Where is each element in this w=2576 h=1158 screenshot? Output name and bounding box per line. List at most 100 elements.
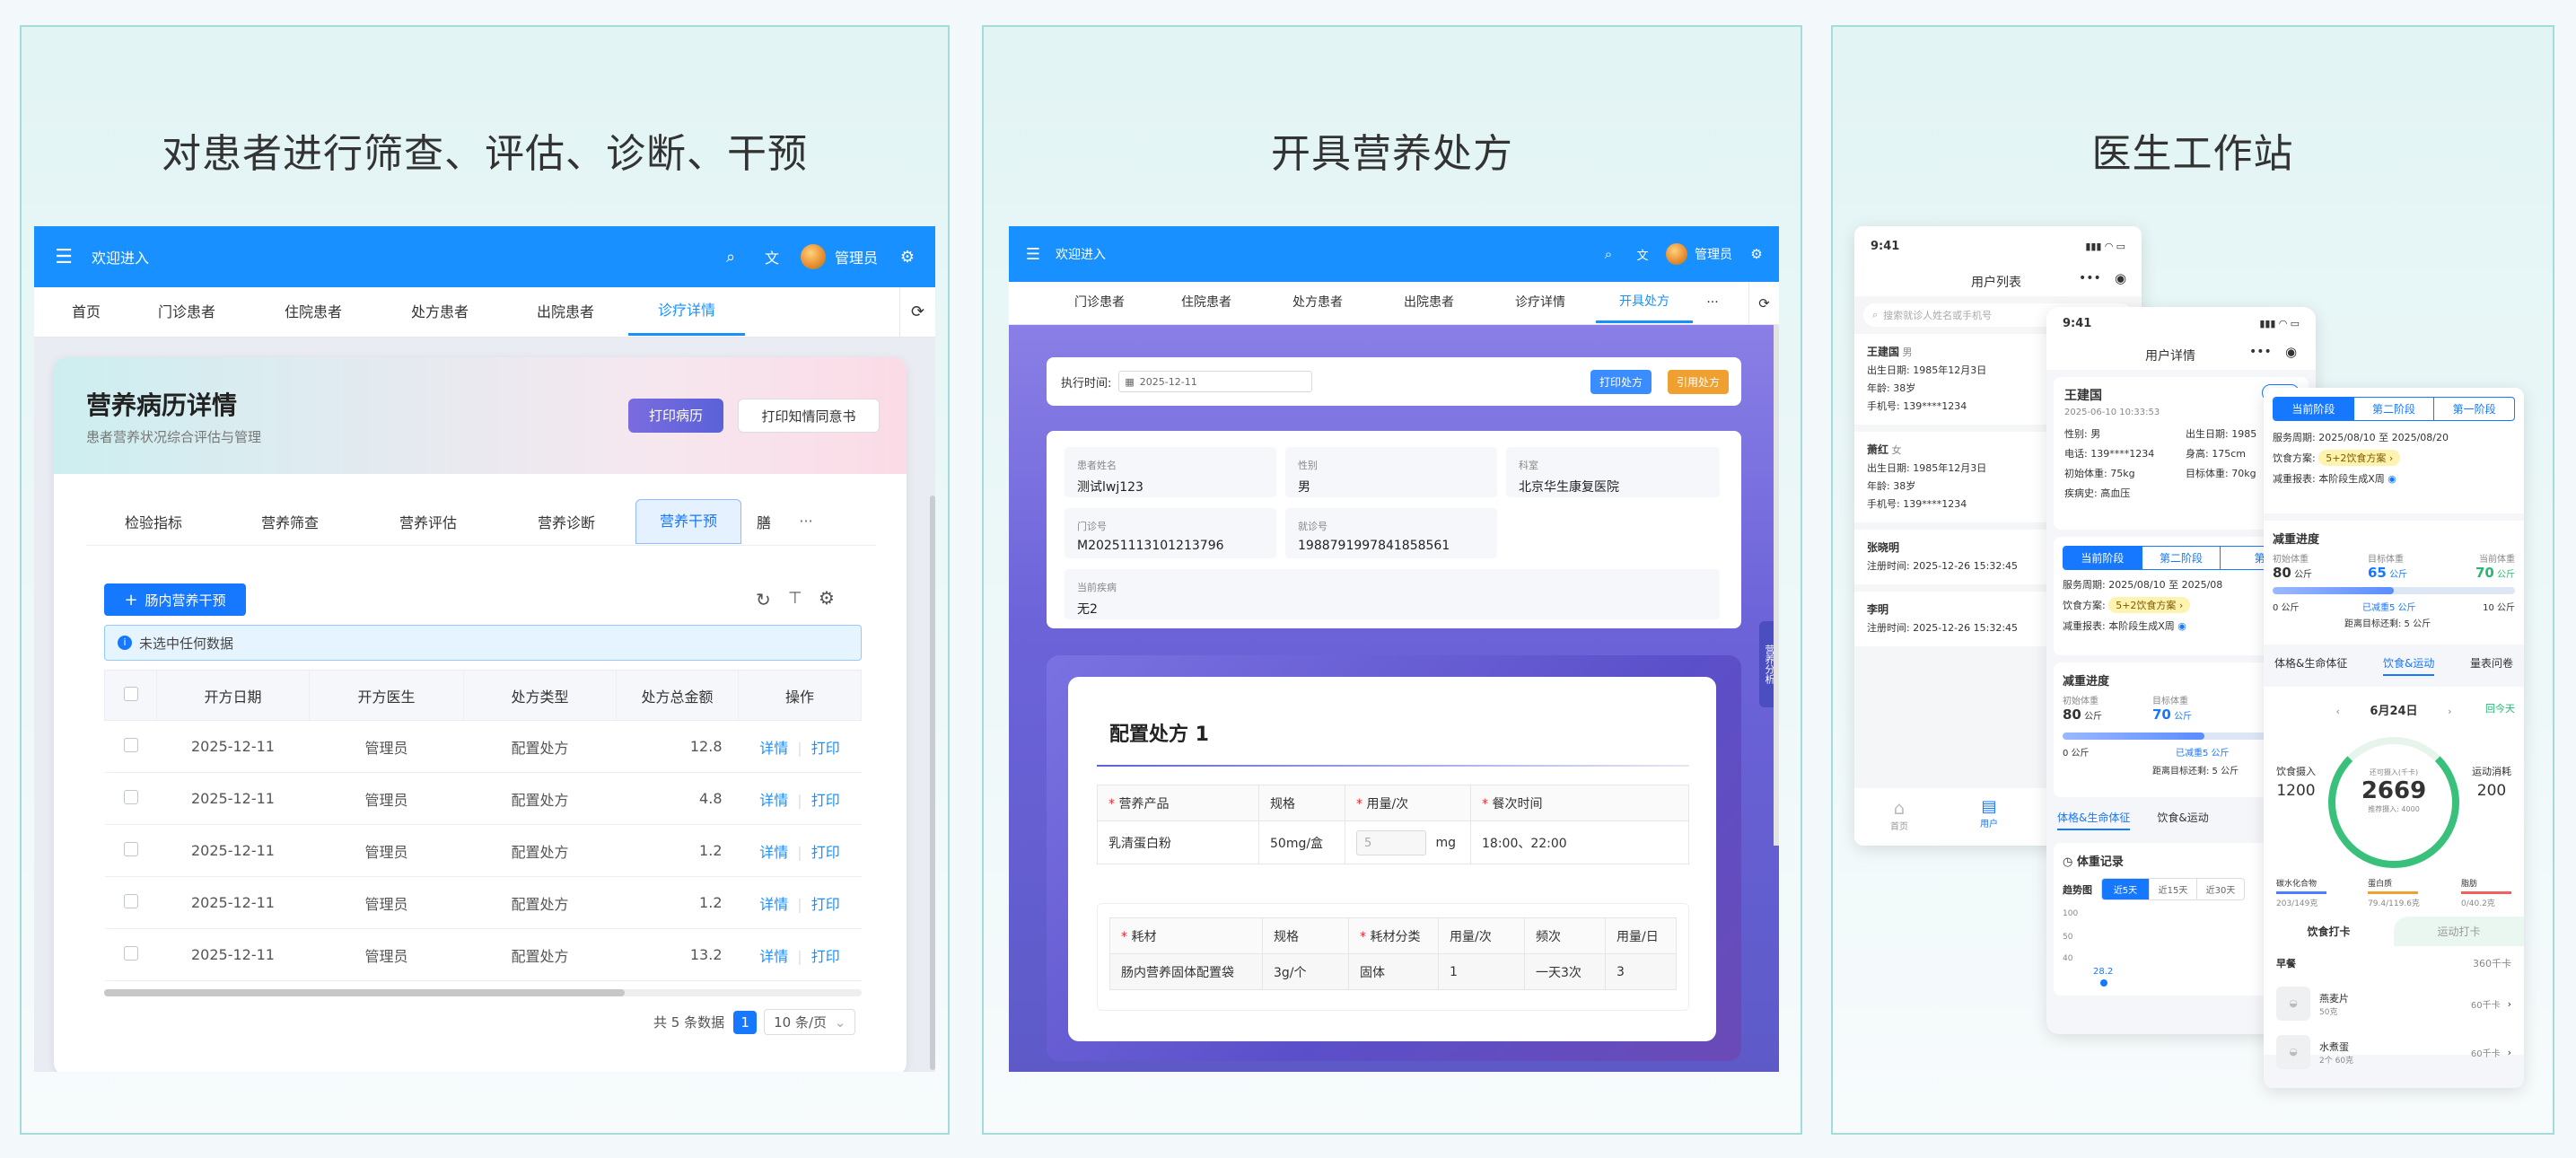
table-row[interactable]: 2025-12-11 管理员 配置处方 13.2 详情 | 打印 xyxy=(104,928,862,981)
tab-vitals[interactable]: 体格&生命体征 xyxy=(2057,810,2131,830)
page-size-select[interactable]: 10 条/页 ⌄ xyxy=(764,1009,856,1035)
row-checkbox[interactable] xyxy=(123,737,138,752)
row-checkbox[interactable] xyxy=(123,893,138,908)
stage-first[interactable]: 第一阶段 xyxy=(2434,398,2514,420)
back-today-button[interactable]: 回今天 xyxy=(2485,701,2515,715)
settings-icon[interactable]: ⚙ xyxy=(898,248,917,267)
subtab-diagnosis[interactable]: 营养诊断 xyxy=(497,511,635,532)
reload-icon[interactable]: ↻ xyxy=(756,589,771,610)
stage-second[interactable]: 第二阶段 xyxy=(2354,398,2435,420)
tab-outpatient[interactable]: 门诊患者 xyxy=(124,288,250,336)
search-icon[interactable]: ⌕ xyxy=(1599,246,1617,262)
add-enteral-button[interactable]: + 肠内营养干预 xyxy=(104,583,246,616)
target-icon[interactable]: ◉ xyxy=(2115,270,2126,286)
page-scrollbar[interactable] xyxy=(930,496,935,1070)
more-menu-icon[interactable]: ••• xyxy=(2249,345,2272,359)
tab-outpatient[interactable]: 门诊患者 xyxy=(1048,283,1151,323)
diet-plan-pill[interactable]: 5+2饮食方案 › xyxy=(2318,450,2401,466)
tab-discharged[interactable]: 出院患者 xyxy=(1373,283,1485,323)
tab-treatment-detail[interactable]: 诊疗详情 xyxy=(1485,283,1596,323)
scrollbar-thumb[interactable] xyxy=(104,989,625,996)
tab-discharged[interactable]: 出院患者 xyxy=(503,288,628,336)
table-row[interactable]: 2025-12-11 管理员 配置处方 4.8 详情 | 打印 xyxy=(104,772,862,825)
column-height-icon[interactable]: ⊤ xyxy=(788,589,802,608)
tab-prescription-patients[interactable]: 处方患者 xyxy=(377,288,503,336)
print-link[interactable]: 打印 xyxy=(811,948,840,965)
diet-plan-pill[interactable]: 5+2饮食方案 › xyxy=(2108,597,2191,613)
tab-questionnaire[interactable]: 量表问卷 xyxy=(2470,655,2513,676)
exec-date-input[interactable]: ▦ 2025-12-11 xyxy=(1118,371,1313,392)
row-checkbox[interactable] xyxy=(123,841,138,856)
print-link[interactable]: 打印 xyxy=(811,740,840,757)
print-link[interactable]: 打印 xyxy=(811,896,840,913)
menu-icon[interactable]: ☰ xyxy=(1023,245,1043,264)
subtab-screening[interactable]: 营养筛查 xyxy=(221,511,359,532)
tab-prescription-patients[interactable]: 处方患者 xyxy=(1262,283,1373,323)
detail-link[interactable]: 详情 xyxy=(759,948,788,965)
table-settings-icon[interactable]: ⚙ xyxy=(819,587,835,609)
body-scrollbar[interactable] xyxy=(1774,325,1779,846)
tab-diet-exercise[interactable]: 饮食&运动 xyxy=(2157,810,2208,830)
tab-diet-exercise[interactable]: 饮食&运动 xyxy=(2382,655,2435,676)
subtab-lab[interactable]: 检验指标 xyxy=(86,511,221,532)
stage-second[interactable]: 第二阶段 xyxy=(2142,547,2221,569)
subtab-assessment[interactable]: 营养评估 xyxy=(359,511,497,532)
translate-icon[interactable]: 文 xyxy=(761,246,783,268)
dose-input[interactable]: 5 xyxy=(1356,829,1426,855)
detail-link[interactable]: 详情 xyxy=(759,740,788,757)
range-5d[interactable]: 近5天 xyxy=(2102,879,2150,899)
detail-link[interactable]: 详情 xyxy=(759,792,788,809)
tab-inpatient[interactable]: 住院患者 xyxy=(1151,283,1262,323)
avatar[interactable] xyxy=(800,244,826,269)
user-name[interactable]: 管理员 xyxy=(1695,245,1732,263)
row-checkbox[interactable] xyxy=(123,945,138,961)
subtab-diet[interactable]: 膳 xyxy=(741,511,786,532)
tab-issue-prescription[interactable]: 开具处方 xyxy=(1596,283,1693,323)
range-selector[interactable]: 近5天 近15天 近30天 xyxy=(2101,878,2245,900)
quote-prescription-button[interactable]: 引用处方 xyxy=(1667,369,1729,394)
print-prescription-button[interactable]: 打印处方 xyxy=(1590,369,1652,394)
table-row[interactable]: 2025-12-11 管理员 配置处方 12.8 详情 | 打印 xyxy=(104,720,862,773)
refresh-icon[interactable]: ⟳ xyxy=(1748,281,1779,325)
more-tabs-button[interactable]: ··· xyxy=(786,513,826,530)
table-row[interactable]: 2025-12-11 管理员 配置处方 1.2 详情 | 打印 xyxy=(104,876,862,929)
horizontal-scrollbar[interactable] xyxy=(104,989,862,996)
print-consent-button[interactable]: 打印知情同意书 xyxy=(738,399,880,433)
detail-link[interactable]: 详情 xyxy=(759,896,788,913)
subtab-intervention[interactable]: 营养干预 xyxy=(635,498,741,544)
print-link[interactable]: 打印 xyxy=(811,792,840,809)
nav-home[interactable]: ⌂ 首页 xyxy=(1854,788,1944,846)
tab-inpatient[interactable]: 住院患者 xyxy=(250,288,377,336)
stage-selector[interactable]: 当前阶段 第二阶段 第一阶段 xyxy=(2273,397,2515,421)
row-checkbox[interactable] xyxy=(123,789,138,804)
menu-icon[interactable]: ☰ xyxy=(52,246,75,268)
detail-link[interactable]: 详情 xyxy=(759,844,788,861)
avatar[interactable] xyxy=(1666,243,1687,265)
range-30d[interactable]: 近30天 xyxy=(2197,879,2244,899)
tab-vitals[interactable]: 体格&生命体征 xyxy=(2274,655,2347,676)
table-row[interactable]: 2025-12-11 管理员 配置处方 1.2 详情 | 打印 xyxy=(104,824,862,877)
more-menu-icon[interactable]: ••• xyxy=(2079,271,2101,285)
prev-day-icon[interactable]: ‹ xyxy=(2336,706,2340,717)
select-all-checkbox[interactable] xyxy=(123,686,138,701)
range-15d[interactable]: 近15天 xyxy=(2150,879,2197,899)
stage-current[interactable]: 当前阶段 xyxy=(2063,547,2142,569)
target-icon[interactable]: ◉ xyxy=(2285,344,2297,360)
page-number[interactable]: 1 xyxy=(733,1010,758,1034)
eye-icon[interactable]: ◉ xyxy=(2177,620,2186,632)
food-item[interactable]: ◒ 燕麦片 50克 60千卡 › xyxy=(2276,979,2511,1028)
eye-icon[interactable]: ◉ xyxy=(2388,473,2396,485)
tab-treatment-detail[interactable]: 诊疗详情 xyxy=(628,288,745,336)
user-name[interactable]: 管理员 xyxy=(835,246,878,268)
nav-user[interactable]: ▤ 用户 xyxy=(1944,788,2034,846)
print-link[interactable]: 打印 xyxy=(811,844,840,861)
stage-current[interactable]: 当前阶段 xyxy=(2274,398,2354,420)
settings-icon[interactable]: ⚙ xyxy=(1748,246,1765,262)
translate-icon[interactable]: 文 xyxy=(1634,246,1652,263)
print-record-button[interactable]: 打印病历 xyxy=(628,399,723,433)
food-item[interactable]: ◒ 水煮蛋 2个 60克 60千卡 › xyxy=(2276,1028,2511,1076)
search-icon[interactable]: ⌕ xyxy=(720,248,741,267)
tab-diet-checkin[interactable]: 饮食打卡 xyxy=(2264,917,2394,946)
more-tabs-button[interactable]: ··· xyxy=(1693,283,1732,323)
next-day-icon[interactable]: › xyxy=(2448,706,2451,717)
